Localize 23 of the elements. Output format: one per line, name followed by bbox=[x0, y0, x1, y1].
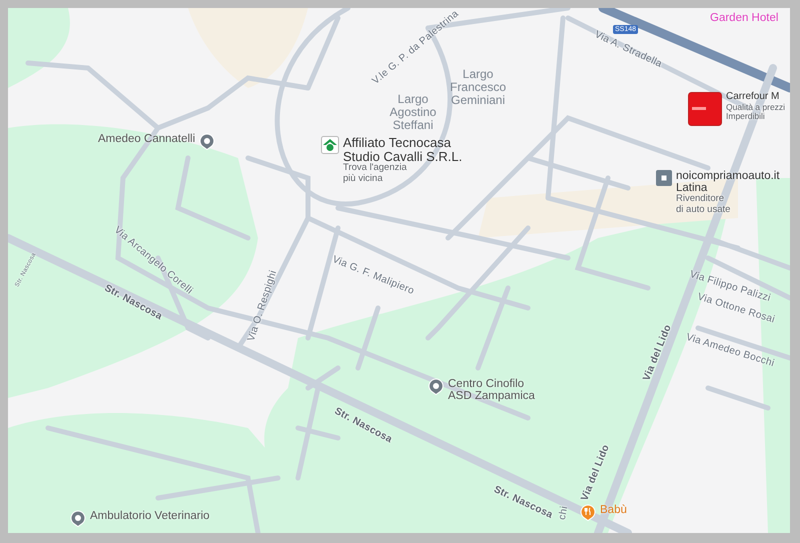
store-logo-icon bbox=[688, 92, 722, 126]
place-name[interactable]: Carrefour M bbox=[726, 92, 786, 102]
place-description: Rivenditore di auto usate bbox=[676, 194, 732, 215]
place-name[interactable]: Ambulatorio Veterinario bbox=[90, 510, 210, 522]
pin-icon bbox=[70, 510, 86, 527]
place-name[interactable]: Centro Cinofilo ASD Zampamica bbox=[448, 378, 535, 402]
street-label: Via Amedeo Bocchi bbox=[684, 332, 776, 370]
place-name[interactable]: Garden Hotel bbox=[710, 12, 778, 24]
street-label: chi bbox=[558, 505, 570, 521]
street-label: Via del Lido bbox=[580, 444, 612, 502]
place-name[interactable]: Affiliato Tecnocasa Studio Cavalli S.R.L. bbox=[343, 136, 462, 164]
pin-icon bbox=[199, 133, 216, 150]
place-name[interactable]: Amedeo Cannatelli bbox=[98, 133, 196, 146]
area-label: Largo Francesco Geminiani bbox=[450, 68, 506, 108]
house-icon bbox=[321, 136, 339, 154]
area-label: Largo Agostino Steffani bbox=[390, 93, 436, 133]
street-label: Via del Lido bbox=[642, 324, 674, 382]
place-description: Trova l'agenzia più vicina bbox=[343, 163, 408, 184]
shop-icon bbox=[656, 170, 672, 186]
pin-icon bbox=[428, 378, 444, 395]
restaurant-icon bbox=[580, 504, 596, 521]
place-description: Qualità a prezzi Imperdibili bbox=[726, 102, 786, 122]
place-name[interactable]: noicompriamoauto.it Latina bbox=[676, 170, 780, 194]
